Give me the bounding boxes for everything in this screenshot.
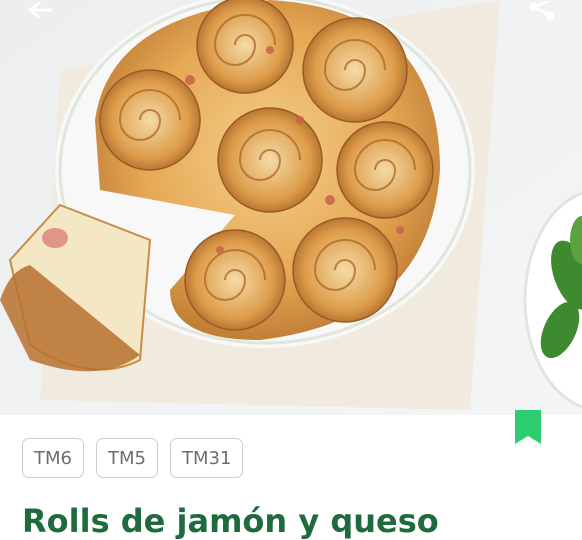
tag-tm6[interactable]: TM6: [22, 438, 84, 478]
recipe-title: Rolls de jamón y queso: [22, 502, 439, 540]
bookmark-icon: [515, 410, 541, 444]
tag-tm5[interactable]: TM5: [95, 438, 158, 478]
thermomix-version-tags: TM6 TM5 TM31: [22, 438, 244, 478]
share-button[interactable]: [522, 0, 562, 24]
back-button[interactable]: [20, 0, 60, 24]
bookmark-button[interactable]: [512, 410, 544, 446]
share-icon: [529, 1, 555, 21]
arrow-left-icon: [28, 2, 53, 19]
recipe-hero-image: [0, 0, 582, 415]
tag-tm31[interactable]: TM31: [169, 438, 244, 478]
